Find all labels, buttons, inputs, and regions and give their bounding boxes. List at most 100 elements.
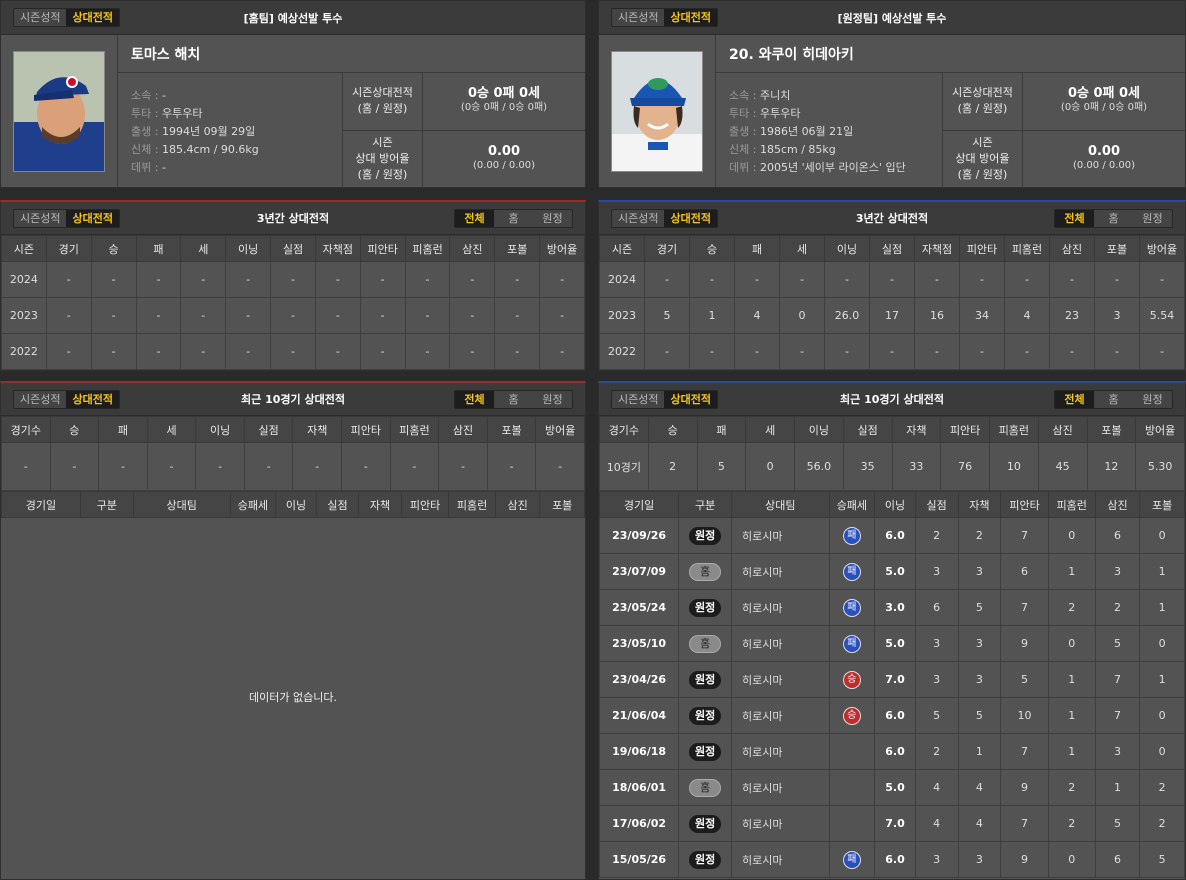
table-row[interactable]: 23/09/26 원정 히로시마 패 6.0 2 2 7 0 6 0	[599, 517, 1185, 554]
away-top-season-tab[interactable]: 시즌성적	[612, 9, 664, 26]
fact-value: -	[161, 161, 166, 174]
away-mid-home-filter[interactable]: 홈	[1094, 210, 1133, 227]
stat-cell: 10	[1000, 697, 1049, 734]
away-bot-season-tab[interactable]: 시즌성적	[612, 391, 664, 408]
game-date: 23/05/10	[599, 625, 680, 662]
home-bot-away-filter[interactable]: 원정	[533, 391, 572, 408]
home-bot-toggle: 전체 홈 원정	[454, 390, 573, 409]
column-header: 포볼	[1086, 416, 1137, 443]
stat-cell: 3	[957, 661, 1002, 698]
home-bot-season-tab[interactable]: 시즌성적	[14, 391, 66, 408]
summary-cell: 0	[745, 442, 795, 491]
stat-cell: -	[180, 261, 227, 298]
column-header: 피안타	[959, 235, 1005, 262]
home-top-vs-tab[interactable]: 상대전적	[66, 9, 119, 26]
home-top-season-tab[interactable]: 시즌성적	[14, 9, 66, 26]
column-header: 자책점	[914, 235, 960, 262]
stat-cell: 3	[914, 625, 959, 662]
home-mid-season-tab[interactable]: 시즌성적	[14, 210, 66, 227]
fact-key: 출생	[131, 125, 152, 138]
pitcher-name[interactable]: 20. 와쿠이 히데아키	[716, 35, 1185, 73]
stat-cell: -	[644, 333, 690, 370]
stat-cell: 2	[914, 733, 959, 770]
fact-line: 투타 : 우투우타	[131, 105, 342, 123]
column-header: 실점	[869, 235, 915, 262]
game-date: 23/04/26	[599, 661, 680, 698]
innings-cell: 7.0	[874, 661, 916, 698]
home-bot-vs-tab[interactable]: 상대전적	[66, 391, 119, 408]
away-bot-all-filter[interactable]: 전체	[1055, 391, 1094, 408]
home-mid-home-filter[interactable]: 홈	[494, 210, 533, 227]
table-row[interactable]: 17/06/02 원정 히로시마 7.0 4 4 7 2 5 2	[599, 805, 1185, 842]
result-badge: 패	[842, 526, 861, 545]
stat-cell: 3	[1094, 297, 1140, 334]
game-type-cell: 원정	[678, 841, 733, 878]
away-starter-header: [원정팀] 예상선발 투수 시즌성적 상대전적	[599, 1, 1185, 35]
column-header: 승	[647, 416, 698, 443]
table-row[interactable]: 23/05/10 홈 히로시마 패 5.0 3 3 9 0 5 0	[599, 625, 1185, 662]
era-label-line: 상대 방어율	[355, 151, 410, 165]
stat-cell: 3	[957, 841, 1002, 878]
table-row: 2023 5 1 4 0 26.0 17 16 34 4 23 3 5.54	[599, 297, 1185, 334]
stat-cell: -	[1049, 261, 1095, 298]
pitcher-name[interactable]: 토마스 해치	[118, 35, 585, 73]
game-type-cell: 원정	[678, 661, 733, 698]
home-mid-away-filter[interactable]: 원정	[533, 210, 572, 227]
away-mid-all-filter[interactable]: 전체	[1055, 210, 1094, 227]
away-mid-away-filter[interactable]: 원정	[1133, 210, 1172, 227]
era-row: 시즌 상대 방어율 (홈 / 원정) 0.00 (0.00 / 0.00)	[342, 129, 585, 187]
table-row[interactable]: 19/06/18 원정 히로시마 6.0 2 1 7 1 3 0	[599, 733, 1185, 770]
table-row[interactable]: 23/04/26 원정 히로시마 승 7.0 3 3 5 1 7 1	[599, 661, 1185, 698]
game-date: 23/07/09	[599, 553, 680, 590]
home-mid-all-filter[interactable]: 전체	[455, 210, 494, 227]
era-label-line: 시즌	[372, 135, 393, 149]
column-header: 세	[146, 416, 197, 443]
result-cell	[828, 769, 876, 806]
record-main: 0승 0패 0세	[1067, 86, 1141, 102]
venue-badge: 원정	[689, 814, 722, 833]
table-row[interactable]: 23/05/24 원정 히로시마 패 3.0 6 5 7 2 2 1	[599, 589, 1185, 626]
innings-cell: 5.0	[874, 625, 916, 662]
record-row: 시즌상대전적 (홈 / 원정) 0승 0패 0세 (0승 0패 / 0승 0패)	[942, 73, 1185, 130]
stat-cell: 16	[914, 297, 960, 334]
home-bot-all-filter[interactable]: 전체	[455, 391, 494, 408]
fact-key: 데뷔	[131, 161, 152, 174]
column-header: 실점	[842, 416, 893, 443]
stat-cell: -	[404, 261, 451, 298]
stat-cell: -	[45, 297, 92, 334]
pitcher-facts: 소속 : 주니치 투타 : 우투우타 출생 : 1986년 06월 21일 신체 : …	[716, 73, 942, 187]
era-label: 시즌 상대 방어율 (홈 / 원정)	[343, 130, 423, 187]
away-bot-vs-tab[interactable]: 상대전적	[664, 391, 717, 408]
away-mid-vs-tab[interactable]: 상대전적	[664, 210, 717, 227]
column-header: 삼진	[1037, 416, 1088, 443]
away-bot-away-filter[interactable]: 원정	[1133, 391, 1172, 408]
result-cell: 패	[828, 589, 876, 626]
fact-value: 185cm / 85kg	[759, 143, 836, 156]
summary-cell: -	[486, 442, 537, 491]
record-label: 시즌상대전적 (홈 / 원정)	[343, 73, 423, 130]
column-header: 세	[779, 235, 825, 262]
away-top-vs-tab[interactable]: 상대전적	[664, 9, 717, 26]
away-bot-home-filter[interactable]: 홈	[1094, 391, 1133, 408]
stat-cell: -	[404, 333, 451, 370]
stat-cell: -	[824, 261, 870, 298]
table-row[interactable]: 15/05/26 원정 히로시마 패 6.0 3 3 9 0 6 5	[599, 841, 1185, 878]
season-cell: 2024	[1, 261, 47, 298]
table-row[interactable]: 18/06/01 홈 히로시마 5.0 4 4 9 2 1 2	[599, 769, 1185, 806]
away-mid-season-tab[interactable]: 시즌성적	[612, 210, 664, 227]
home-bot-home-filter[interactable]: 홈	[494, 391, 533, 408]
stat-cell: 3	[914, 661, 959, 698]
table-row[interactable]: 21/06/04 원정 히로시마 승 6.0 5 5 10 1 7 0	[599, 697, 1185, 734]
fact-key: 소속	[131, 89, 152, 102]
stat-cell: -	[539, 261, 585, 298]
summary-cell: 12	[1086, 442, 1137, 491]
game-log-table: 경기일 구분 상대팀 승패세 이닝 실점 자책 피안타 피홈런 삼진 포볼 23/09/26 원정 히로시…	[599, 491, 1185, 878]
fact-value: 185.4cm / 90.6kg	[161, 143, 259, 156]
column-header: 경기	[45, 235, 92, 262]
stat-cell: 4	[914, 769, 959, 806]
table-row[interactable]: 23/07/09 홈 히로시마 패 5.0 3 3 6 1 3 1	[599, 553, 1185, 590]
result-cell: 승	[828, 661, 876, 698]
empty-message: 데이터가 없습니다.	[249, 690, 337, 704]
home-mid-vs-tab[interactable]: 상대전적	[66, 210, 119, 227]
table-row: 2024- - - - - - - - - - - -	[599, 261, 1185, 298]
